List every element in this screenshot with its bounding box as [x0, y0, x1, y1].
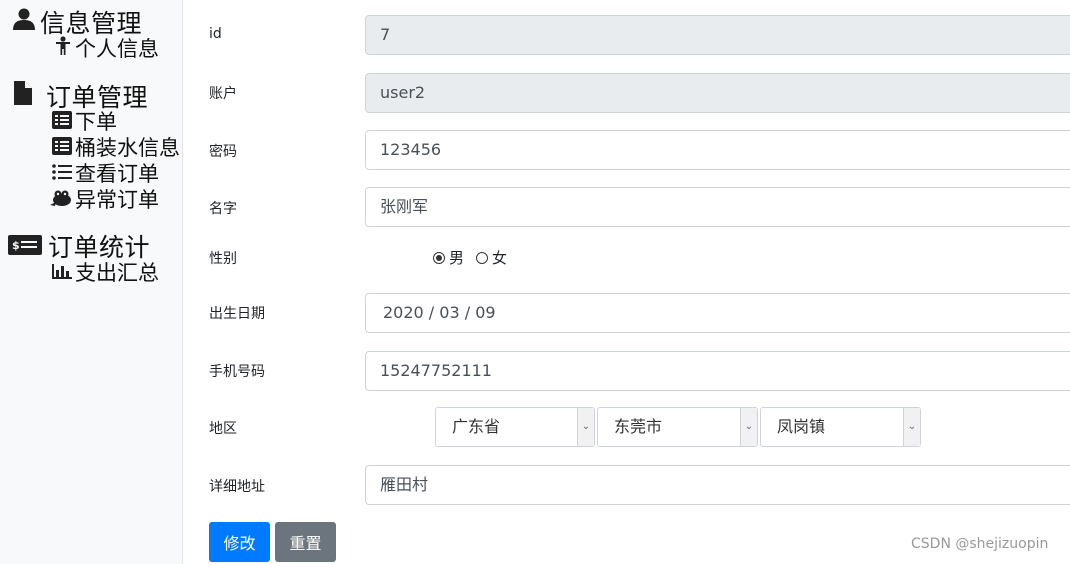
- sidebar-item-label: 个人信息: [75, 37, 159, 61]
- sidebar-item-abnormal-orders[interactable]: 异常订单: [50, 187, 159, 213]
- sidebar-group-info-title: 信息管理: [40, 9, 143, 38]
- sidebar-item-label: 异常订单: [75, 188, 159, 212]
- gender-male-label: 男: [449, 249, 465, 267]
- password-field[interactable]: 123456: [365, 130, 1070, 170]
- sidebar-group-stats[interactable]: $ 订单统计: [8, 228, 150, 264]
- sidebar-item-personal-info[interactable]: 个人信息: [54, 36, 159, 62]
- list-icon: [52, 161, 72, 187]
- sidebar: 信息管理 个人信息 订单管理 下单 桶装水信息 查看订单 异常订单 $ 订单统计…: [0, 0, 183, 564]
- sidebar-item-label: 桶装水信息: [75, 136, 180, 160]
- region-label: 地区: [209, 421, 237, 437]
- town-select-value: 凤岗镇: [777, 417, 826, 436]
- list-box-icon: [52, 109, 72, 135]
- city-select-value: 东莞市: [614, 417, 663, 436]
- phone-label: 手机号码: [209, 364, 265, 380]
- account-label: 账户: [209, 86, 237, 102]
- address-label: 详细地址: [209, 479, 265, 495]
- account-field[interactable]: user2: [365, 73, 1070, 113]
- town-select[interactable]: 凤岗镇 ⌄: [760, 407, 921, 447]
- sidebar-item-place-order[interactable]: 下单: [52, 109, 117, 135]
- frog-icon: [50, 187, 72, 213]
- sidebar-group-info[interactable]: 信息管理: [12, 4, 142, 40]
- chevron-down-icon: ⌄: [740, 408, 757, 446]
- watermark: CSDN @shejizuopin: [911, 536, 1049, 552]
- reset-button[interactable]: 重置: [275, 522, 336, 562]
- phone-field[interactable]: 15247752111: [365, 351, 1070, 391]
- password-label: 密码: [209, 144, 237, 160]
- name-label: 名字: [209, 201, 237, 217]
- money-icon: $: [8, 232, 42, 261]
- province-select[interactable]: 广东省 ⌄: [435, 407, 595, 447]
- province-select-value: 广东省: [452, 417, 501, 436]
- bar-chart-icon: [52, 260, 72, 286]
- sidebar-item-label: 查看订单: [75, 162, 159, 186]
- sidebar-group-stats-title: 订单统计: [48, 233, 151, 262]
- address-field[interactable]: 雁田村: [365, 465, 1070, 505]
- submit-button[interactable]: 修改: [209, 522, 270, 562]
- user-icon: [12, 7, 36, 37]
- sidebar-item-label: 支出汇总: [75, 261, 159, 285]
- sidebar-item-view-orders[interactable]: 查看订单: [52, 161, 159, 187]
- gender-radio-male[interactable]: 男: [433, 247, 464, 268]
- chevron-down-icon: ⌄: [577, 408, 594, 446]
- sidebar-item-water-info[interactable]: 桶装水信息: [52, 135, 180, 161]
- gender-radio-group: 男 女: [433, 247, 519, 268]
- name-field[interactable]: 张刚军: [365, 187, 1070, 227]
- radio-unchecked-icon: [476, 251, 489, 264]
- gender-female-label: 女: [492, 249, 508, 267]
- sidebar-item-expense-summary[interactable]: 支出汇总: [52, 260, 159, 286]
- id-field[interactable]: 7: [365, 15, 1070, 55]
- city-select[interactable]: 东莞市 ⌄: [597, 407, 758, 447]
- birthdate-label: 出生日期: [209, 306, 265, 322]
- radio-checked-icon: [433, 251, 445, 264]
- gender-radio-female[interactable]: 女: [476, 247, 507, 268]
- birthdate-field[interactable]: 2020 / 03 / 09: [365, 293, 1070, 333]
- id-label: id: [209, 26, 222, 42]
- gender-label: 性别: [209, 251, 237, 267]
- svg-text:$: $: [12, 239, 20, 252]
- chevron-down-icon: ⌄: [903, 408, 920, 446]
- sidebar-item-label: 下单: [75, 110, 117, 134]
- person-icon: [54, 36, 72, 62]
- file-icon: [14, 81, 32, 111]
- list-box-icon: [52, 135, 72, 161]
